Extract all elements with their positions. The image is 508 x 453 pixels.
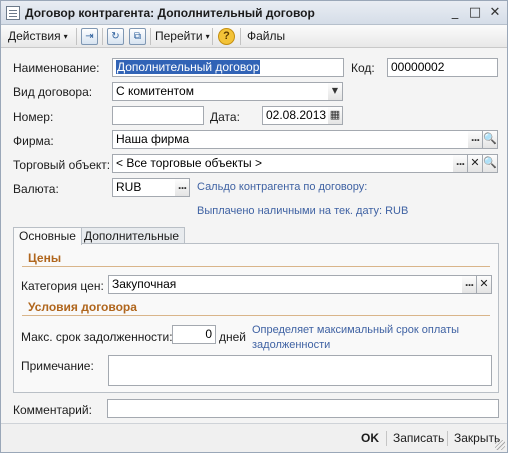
goto-menu-label: Перейти [155,29,203,43]
code-field[interactable]: 00000002 [387,58,498,77]
maximize-button[interactable]: □ [467,5,483,21]
toolbar-divider [76,28,77,45]
max-debt-label: Макс. срок задолженности: [21,330,173,344]
chevron-down-icon: ▾ [63,32,68,41]
company-label: Фирма: [13,134,54,148]
number-label: Номер: [13,110,54,124]
name-label: Наименование: [13,61,100,75]
comment-label: Комментарий: [13,403,92,417]
group-divider [22,266,490,267]
toolbar-divider [150,28,151,45]
price-category-field[interactable]: Закупочная [108,275,463,294]
select-trade-object-button[interactable]: ... [453,154,468,173]
select-price-category-button[interactable]: ... [462,275,477,294]
number-field[interactable] [112,106,204,125]
date-field[interactable]: 02.08.2013 [262,106,329,125]
calendar-icon[interactable]: ▦ [328,106,343,125]
goto-menu[interactable]: Перейти ▾ [155,29,210,43]
terms-group-title: Условия договора [28,300,137,314]
help-icon[interactable]: ? [218,28,235,45]
contract-type-select[interactable]: С комитентом [112,82,329,101]
name-field[interactable]: Дополнительный договор [112,58,344,77]
max-debt-unit: дней [219,330,247,344]
select-company-button[interactable]: ... [468,130,483,149]
comment-field[interactable] [107,399,499,418]
title-bar[interactable]: Договор контрагента: Дополнительный дого… [1,1,507,25]
toolbar-divider [102,28,103,45]
max-debt-hint-line2: задолженности [252,339,331,351]
paid-cash-info: Выплачено наличными на тек. дату: RUB [197,205,409,217]
close-button[interactable]: Закрыть [454,431,500,445]
minimize-button[interactable]: _ [447,5,463,21]
max-debt-field[interactable]: 0 [172,325,216,344]
toolbar: Действия ▾ ⇥ ↻ ⧉ Перейти ▾ ? Файлы [1,25,507,48]
note-field[interactable] [108,355,492,386]
dropdown-arrow-icon[interactable]: ▼ [328,82,343,101]
tab-panel-main: Цены Категория цен: Закупочная ... ✕ Усл… [13,243,499,393]
actions-menu[interactable]: Действия ▾ [8,29,68,43]
footer-bar: OK Записать Закрыть [1,423,507,452]
note-label: Примечание: [21,359,94,373]
company-field[interactable]: Наша фирма [112,130,469,149]
select-currency-button[interactable]: ... [175,178,190,197]
currency-field[interactable]: RUB [112,178,176,197]
save-and-close-icon[interactable]: ⇥ [81,28,98,45]
footer-divider [447,431,448,446]
trade-object-label: Торговый объект: [13,158,111,172]
search-icon[interactable]: 🔍 [483,130,498,149]
prices-group-title: Цены [28,251,62,265]
footer-divider [386,431,387,446]
tab-main[interactable]: Основные [13,227,82,245]
search-icon[interactable]: 🔍 [483,154,498,173]
tab-additional[interactable]: Дополнительные [78,227,185,244]
clear-icon[interactable]: ✕ [468,154,483,173]
resize-grip[interactable] [495,440,505,450]
document-icon [6,6,20,20]
save-button[interactable]: Записать [393,431,444,445]
chevron-down-icon: ▾ [205,32,210,41]
trade-object-field[interactable]: < Все торговые объекты > [112,154,454,173]
contract-form-window: Договор контрагента: Дополнительный дого… [0,0,508,453]
balance-link[interactable]: Сальдо контрагента по договору: [197,181,367,193]
price-category-label: Категория цен: [21,279,104,293]
code-label: Код: [351,61,375,75]
window-title: Договор контрагента: Дополнительный дого… [25,6,315,20]
contract-type-label: Вид договора: [13,85,93,99]
copy-icon[interactable]: ⧉ [129,28,146,45]
actions-menu-label: Действия [8,29,61,43]
close-window-button[interactable]: ✕ [487,5,503,21]
name-field-text: Дополнительный договор [116,60,261,74]
date-label: Дата: [210,110,240,124]
toolbar-divider [212,28,213,45]
clear-icon[interactable]: ✕ [477,275,492,294]
toolbar-divider [240,28,241,45]
max-debt-hint-line1: Определяет максимальный срок оплаты [252,324,460,336]
ok-button[interactable]: OK [361,431,379,445]
files-button[interactable]: Файлы [247,29,285,43]
reread-icon[interactable]: ↻ [107,28,124,45]
group-divider [22,315,490,316]
currency-label: Валюта: [13,182,59,196]
